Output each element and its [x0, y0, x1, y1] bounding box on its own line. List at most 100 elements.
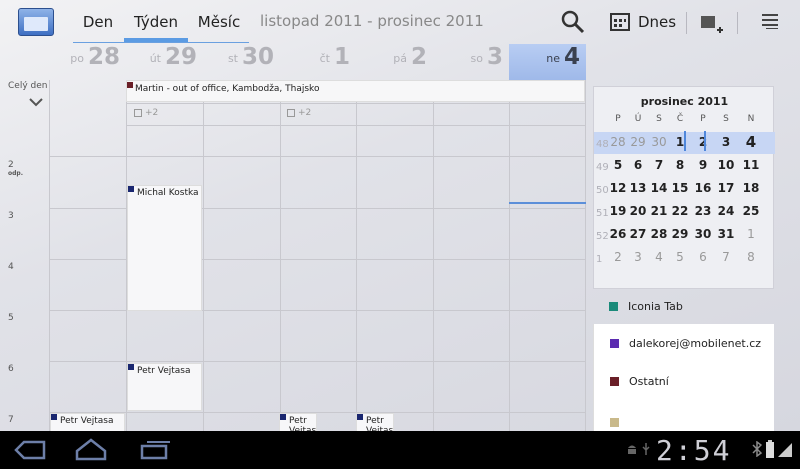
- mini-day[interactable]: 1: [670, 135, 690, 149]
- mini-day[interactable]: 31: [716, 227, 736, 241]
- chevron-down-icon[interactable]: [28, 97, 44, 107]
- mini-day[interactable]: 3: [716, 135, 736, 149]
- mini-day[interactable]: 18: [741, 181, 761, 195]
- mini-day[interactable]: 7: [716, 250, 736, 264]
- week-number: 51: [596, 208, 609, 219]
- mini-day[interactable]: 28: [649, 227, 669, 241]
- mini-day[interactable]: 4: [649, 250, 669, 264]
- event-block[interactable]: Michal Kostka: [127, 185, 202, 311]
- mini-day[interactable]: 8: [670, 158, 690, 172]
- back-icon[interactable]: [14, 440, 46, 460]
- event-block[interactable]: Petr Vejtasa: [127, 363, 202, 411]
- mini-day[interactable]: 13: [628, 181, 648, 195]
- calendar-color-swatch: [610, 418, 619, 427]
- mini-day[interactable]: 6: [628, 158, 648, 172]
- mini-day[interactable]: 22: [670, 204, 690, 218]
- event-block[interactable]: Petr Vejtasa: [50, 413, 125, 431]
- mini-day[interactable]: 14: [649, 181, 669, 195]
- menu-icon[interactable]: [760, 12, 780, 30]
- event-title: Petr Vejtasa: [137, 366, 191, 376]
- calendar-list-item[interactable]: dalekorej@mobilenet.cz: [593, 324, 774, 362]
- today-button[interactable]: Dnes: [610, 8, 676, 36]
- day-name: út: [149, 52, 161, 65]
- week-day-header: po 28 út 29st 30 čt 1 pá 2 so 3 ne 4: [0, 44, 586, 80]
- battery-icon: [766, 440, 774, 458]
- mini-day[interactable]: 4: [741, 133, 761, 151]
- mini-day[interactable]: 12: [608, 181, 628, 195]
- mini-week-row: 51 19 20 21 22 23 24 25: [594, 201, 775, 223]
- mini-day[interactable]: 2: [608, 250, 628, 264]
- event-title: Petr Vejtas: [366, 416, 394, 431]
- mini-day[interactable]: 8: [741, 250, 761, 264]
- event-block[interactable]: Petr Vejtas: [279, 413, 317, 431]
- hour-label: 5: [8, 313, 14, 323]
- mini-day[interactable]: 9: [693, 158, 713, 172]
- mini-day[interactable]: 16: [693, 181, 713, 195]
- mini-day[interactable]: 21: [649, 204, 669, 218]
- mini-day[interactable]: 10: [716, 158, 736, 172]
- mini-day[interactable]: 28: [608, 135, 628, 149]
- event-block[interactable]: Petr Vejtas: [356, 413, 394, 431]
- calendar-color-swatch: [610, 338, 619, 348]
- mini-day[interactable]: 7: [649, 158, 669, 172]
- mini-day[interactable]: 5: [608, 158, 628, 172]
- mini-day[interactable]: 26: [608, 227, 628, 241]
- day-header-3[interactable]: čt 1: [280, 44, 356, 80]
- mini-day[interactable]: 2: [693, 135, 713, 149]
- day-number: 29: [164, 44, 197, 70]
- event-title: Petr Vejtasa: [60, 416, 114, 426]
- more-count: +2: [298, 108, 312, 118]
- day-header-0[interactable]: po 28: [49, 44, 126, 80]
- grid-day-line: [585, 80, 586, 431]
- grid-day-line: [49, 80, 50, 431]
- mini-day[interactable]: 3: [628, 250, 648, 264]
- mini-day[interactable]: 30: [693, 227, 713, 241]
- day-name: ne: [546, 52, 560, 65]
- mini-day[interactable]: 17: [716, 181, 736, 195]
- event-color-marker: [51, 414, 57, 420]
- search-icon[interactable]: [561, 10, 585, 34]
- weekday-label: P: [700, 114, 706, 124]
- calendar-list-item[interactable]: Ostatní: [593, 362, 774, 400]
- week-number: 1: [596, 254, 603, 265]
- home-icon[interactable]: [75, 437, 107, 461]
- mini-day[interactable]: 23: [693, 204, 713, 218]
- grid-hour-line: [49, 361, 586, 362]
- tab-day[interactable]: Den: [73, 0, 123, 44]
- mini-day[interactable]: 5: [670, 250, 690, 264]
- tab-month[interactable]: Měsíc: [188, 0, 250, 44]
- mini-day[interactable]: 11: [741, 158, 761, 172]
- mini-day[interactable]: 24: [716, 204, 736, 218]
- day-header-2[interactable]: st 30: [203, 44, 280, 80]
- calendar-list-item[interactable]: [593, 400, 774, 431]
- weekday-label: S: [656, 114, 662, 124]
- mini-day[interactable]: 19: [608, 204, 628, 218]
- more-events-indicator[interactable]: +2: [134, 108, 158, 118]
- mini-month-calendar: prosinec 2011 P Ú S Č P S N 48 28 29 30 1 2 3 4 49 5 6 7 8 9…: [593, 86, 775, 289]
- mini-day[interactable]: 1: [741, 227, 761, 241]
- event-title: Martin - out of office, Kambodža, Thajsk…: [135, 84, 320, 94]
- mini-day[interactable]: 29: [670, 227, 690, 241]
- recent-apps-icon[interactable]: [140, 440, 172, 460]
- mini-day[interactable]: 20: [628, 204, 648, 218]
- calendar-app-icon[interactable]: [18, 8, 54, 36]
- hour-label: 3: [8, 211, 14, 221]
- new-event-icon[interactable]: [698, 12, 724, 36]
- day-header-1[interactable]: út 29: [126, 44, 203, 80]
- mini-day[interactable]: 15: [670, 181, 690, 195]
- mini-day[interactable]: 25: [741, 204, 761, 218]
- mini-day[interactable]: 29: [628, 135, 648, 149]
- today-label: Dnes: [638, 13, 677, 31]
- all-day-event[interactable]: Martin - out of office, Kambodža, Thajsk…: [126, 80, 585, 102]
- day-name: pá: [393, 52, 407, 65]
- grid-day-line: [280, 80, 281, 431]
- day-header-5[interactable]: so 3: [433, 44, 509, 80]
- more-events-indicator[interactable]: +2: [287, 108, 311, 118]
- mini-day[interactable]: 30: [649, 135, 669, 149]
- day-header-4[interactable]: pá 2: [356, 44, 433, 80]
- mini-day[interactable]: 6: [693, 250, 713, 264]
- day-header-6[interactable]: ne 4: [509, 44, 586, 80]
- day-name: čt: [319, 52, 330, 65]
- mini-day[interactable]: 27: [628, 227, 648, 241]
- calendar-list-item[interactable]: Iconia Tab: [593, 287, 774, 325]
